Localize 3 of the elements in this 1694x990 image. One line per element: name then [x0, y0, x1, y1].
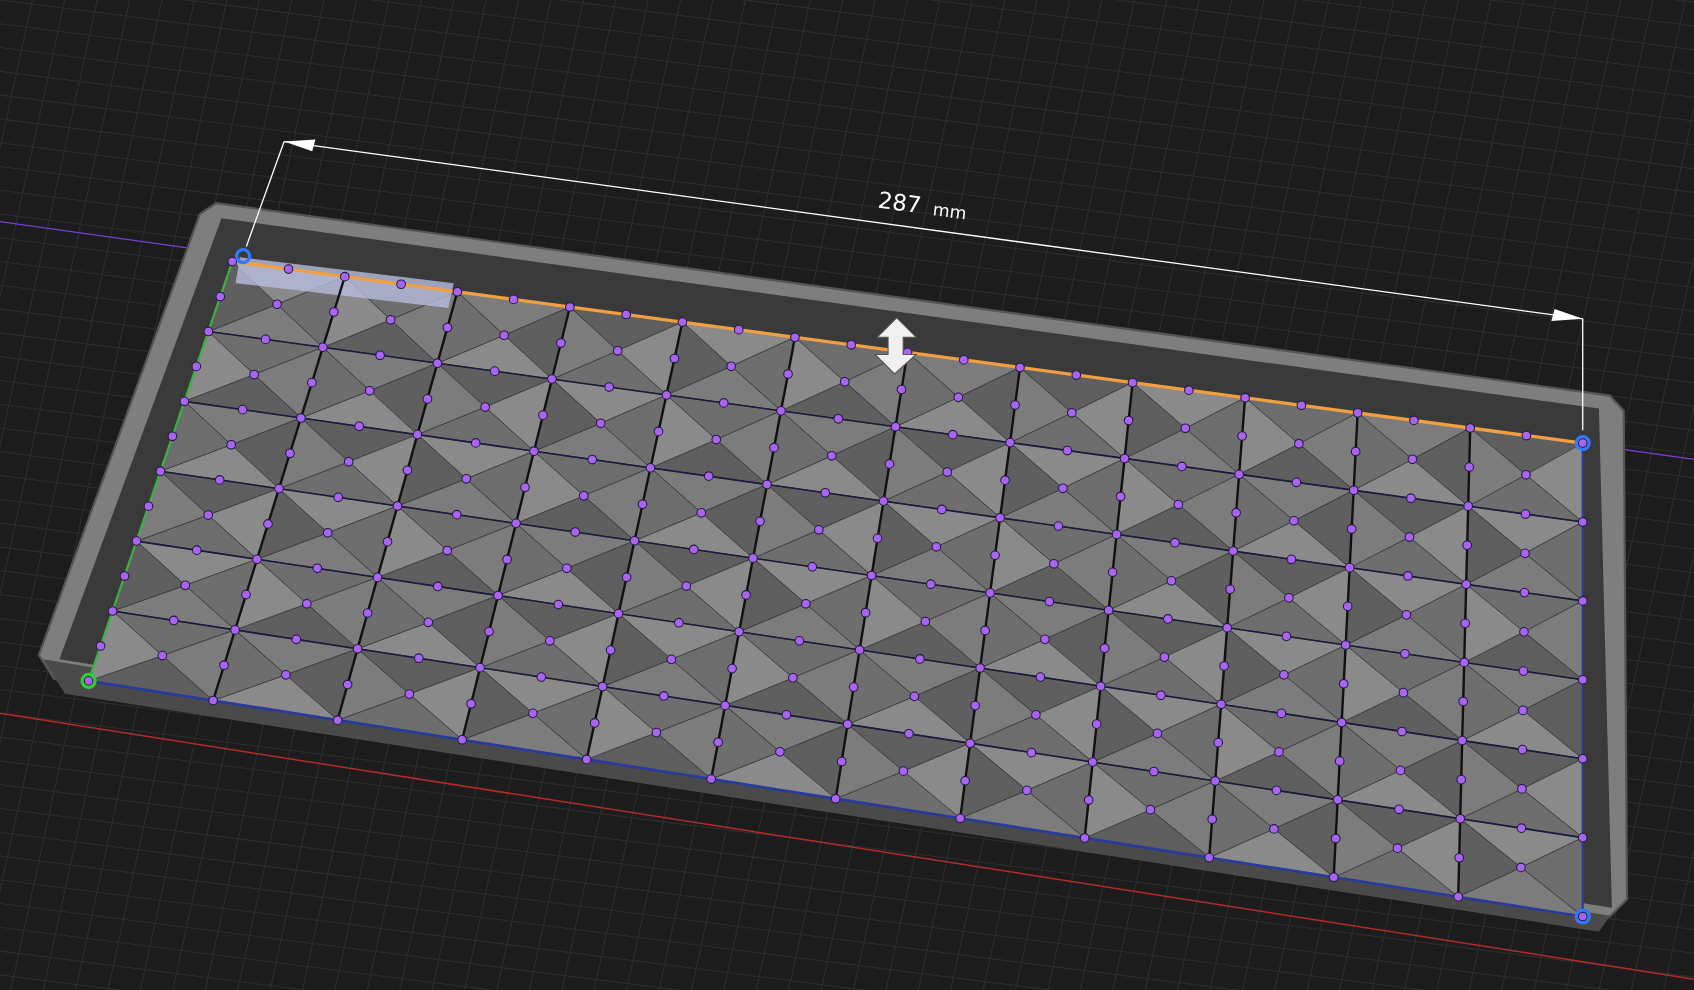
- move-handle-icon[interactable]: [873, 317, 918, 375]
- dimension-value: 287: [876, 186, 923, 219]
- dimension-unit: mm: [931, 199, 968, 224]
